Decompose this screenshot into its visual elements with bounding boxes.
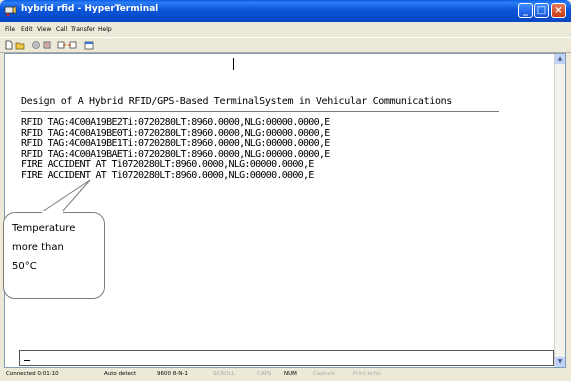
menu-view[interactable]: View [37, 26, 51, 33]
heading-underline [21, 111, 499, 112]
open-icon[interactable] [15, 40, 25, 50]
terminal-heading: Design of A Hybrid RFID/GPS-Based Termin… [21, 96, 452, 107]
scroll-down-icon[interactable]: ▼ [555, 357, 565, 367]
text-cursor [233, 58, 234, 70]
window-title: hybrid rfid - HyperTerminal [21, 4, 159, 14]
maximize-button[interactable]: □ [534, 3, 549, 18]
vertical-scrollbar[interactable]: ▲ ▼ [554, 54, 565, 367]
callout-line: 50°C [12, 261, 37, 272]
status-num: NUM [284, 371, 297, 377]
menu-file[interactable]: File [5, 26, 15, 33]
terminal-line: FIRE ACCIDENT AT Ti0720280LT:8960.0000,N… [21, 169, 314, 181]
terminal-line: RFID TAG:4C00A19BE1Ti:0720280LT:8960.000… [21, 138, 330, 149]
status-print-echo: Print echo [353, 371, 381, 377]
menu-bar: File Edit View Call Transfer Help [0, 22, 571, 36]
title-bar[interactable]: hybrid rfid - HyperTerminal _ □ × [0, 0, 571, 22]
close-button[interactable]: × [551, 3, 566, 18]
app-icon [4, 5, 17, 17]
menu-edit[interactable]: Edit [21, 26, 33, 33]
menu-help[interactable]: Help [98, 26, 112, 33]
status-settings: 9600 8-N-1 [157, 371, 188, 377]
status-connected: Connected 0:01:10 [6, 371, 59, 377]
menu-transfer[interactable]: Transfer [71, 26, 95, 33]
scroll-up-icon[interactable]: ▲ [555, 54, 565, 64]
annotation-callout: Temperature more than 50°C [3, 212, 105, 299]
toolbar [0, 37, 571, 53]
status-caps: CAPS [257, 371, 272, 377]
menu-call[interactable]: Call [56, 26, 67, 33]
receive-icon[interactable] [67, 40, 77, 50]
status-bar: Connected 0:01:10 Auto detect 9600 8-N-1… [0, 369, 571, 381]
status-scroll: SCROLL [213, 371, 235, 377]
minimize-button[interactable]: _ [518, 3, 533, 18]
terminal-line: FIRE ACCIDENT AT Ti0720280LT:8960.0000,N… [21, 159, 314, 170]
disconnect-icon[interactable] [31, 40, 41, 50]
status-capture: Capture [313, 371, 335, 377]
dial-icon[interactable] [42, 40, 52, 50]
input-caret [24, 360, 30, 361]
new-icon[interactable] [4, 40, 14, 50]
callout-line: Temperature [12, 223, 76, 234]
terminal-line: RFID TAG:4C00A19BE2Ti:0720280LT:8960.000… [21, 117, 330, 128]
status-detect: Auto detect [104, 371, 137, 377]
terminal-screen[interactable]: Design of A Hybrid RFID/GPS-Based Termin… [4, 53, 566, 368]
callout-line: more than [12, 242, 64, 253]
properties-icon[interactable] [84, 40, 94, 50]
send-icon[interactable] [57, 40, 67, 50]
hyperterminal-window: hybrid rfid - HyperTerminal _ □ × File E… [0, 0, 571, 381]
terminal-input[interactable] [19, 350, 554, 366]
